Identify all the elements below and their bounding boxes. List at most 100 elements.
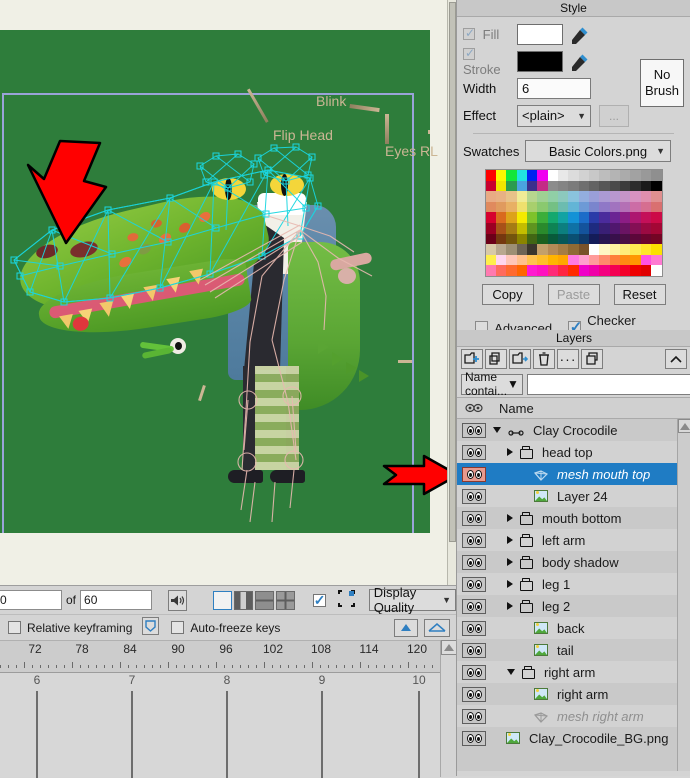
color-swatch[interactable] — [640, 265, 652, 276]
color-swatch[interactable] — [589, 244, 600, 255]
color-swatch[interactable] — [485, 244, 496, 255]
canvas-vertical-scrollbar[interactable] — [447, 0, 456, 585]
color-swatch[interactable] — [547, 244, 558, 255]
color-swatch[interactable] — [495, 180, 507, 192]
color-swatch[interactable] — [630, 244, 641, 255]
color-swatch[interactable] — [506, 170, 517, 181]
copy-button[interactable]: Copy — [481, 284, 534, 305]
color-swatch[interactable] — [485, 254, 496, 266]
new-layer-icon[interactable] — [461, 349, 483, 369]
color-swatch[interactable] — [630, 254, 641, 266]
fill-checkbox[interactable] — [463, 26, 476, 40]
fill-color-swatch[interactable] — [517, 24, 563, 45]
color-swatch[interactable] — [620, 201, 631, 213]
color-swatch[interactable] — [651, 180, 662, 192]
export-layer-icon[interactable] — [509, 349, 531, 369]
color-swatch[interactable] — [557, 201, 569, 213]
color-swatch[interactable] — [485, 201, 496, 213]
color-swatch[interactable] — [589, 223, 600, 234]
color-swatch[interactable] — [485, 223, 496, 234]
color-swatch[interactable] — [557, 233, 569, 245]
right-edge-handle[interactable] — [428, 130, 430, 134]
color-swatch[interactable] — [537, 265, 548, 276]
delete-layer-icon[interactable] — [533, 349, 555, 369]
color-swatch[interactable] — [516, 223, 527, 234]
color-swatch[interactable] — [557, 254, 569, 266]
collapse-panel-icon[interactable] — [665, 349, 687, 369]
layer-row[interactable]: mesh right arm — [457, 705, 690, 727]
color-swatch[interactable] — [589, 212, 600, 223]
color-swatch[interactable] — [495, 191, 507, 202]
quad-split-icon[interactable] — [275, 590, 295, 610]
color-swatch[interactable] — [589, 265, 600, 276]
layer-visibility-toggle[interactable] — [457, 532, 491, 548]
color-swatch[interactable] — [526, 191, 538, 202]
layer-visibility-toggle[interactable] — [457, 598, 491, 614]
layer-row[interactable]: left arm — [457, 529, 690, 551]
color-swatch[interactable] — [578, 191, 590, 202]
color-swatch[interactable] — [568, 191, 579, 202]
color-swatch[interactable] — [620, 180, 631, 192]
color-swatch[interactable] — [547, 170, 558, 181]
layer-visibility-toggle[interactable] — [457, 444, 491, 460]
color-swatch[interactable] — [526, 180, 538, 192]
color-swatch[interactable] — [557, 212, 569, 223]
color-swatch[interactable] — [609, 233, 621, 245]
color-swatch[interactable] — [495, 254, 507, 266]
timeline-scroll-up-button[interactable] — [441, 640, 457, 655]
layer-visibility-toggle[interactable] — [457, 510, 491, 526]
layer-row[interactable]: back — [457, 617, 690, 639]
color-swatch[interactable] — [578, 170, 590, 181]
color-swatch[interactable] — [609, 201, 621, 213]
stroke-color-swatch[interactable] — [517, 51, 563, 72]
twisty-collapsed-icon[interactable] — [507, 514, 513, 522]
stroke-eyedropper-icon[interactable] — [569, 51, 591, 73]
single-pane-icon[interactable] — [212, 590, 232, 610]
color-swatch[interactable] — [506, 223, 517, 234]
color-swatch[interactable] — [630, 191, 641, 202]
color-swatch[interactable] — [485, 265, 496, 276]
layer-row[interactable]: Layer 24 — [457, 485, 690, 507]
color-swatch[interactable] — [557, 191, 569, 202]
layer-row[interactable]: Clay Crocodile — [457, 419, 690, 441]
color-swatch[interactable] — [578, 223, 590, 234]
current-frame-input[interactable] — [0, 590, 62, 610]
color-swatch[interactable] — [516, 233, 527, 245]
color-swatch[interactable] — [651, 201, 662, 213]
width-input[interactable] — [517, 78, 591, 99]
color-swatch[interactable] — [568, 244, 579, 255]
onion-skin-checkbox[interactable] — [312, 593, 326, 607]
color-swatch[interactable] — [651, 233, 662, 245]
twisty-expanded-icon[interactable] — [507, 669, 515, 675]
color-swatch[interactable] — [640, 223, 652, 234]
layer-row[interactable]: right arm — [457, 661, 690, 683]
color-swatch[interactable] — [557, 265, 569, 276]
color-swatch[interactable] — [620, 191, 631, 202]
color-swatch[interactable] — [485, 212, 496, 223]
color-swatch[interactable] — [526, 233, 538, 245]
bounding-box-icon[interactable] — [337, 590, 355, 610]
color-swatch[interactable] — [557, 244, 569, 255]
color-swatch[interactable] — [640, 180, 652, 192]
color-swatch[interactable] — [599, 265, 610, 276]
color-swatch[interactable] — [640, 191, 652, 202]
layers-filter-mode-dropdown[interactable]: Name contai... ▼ — [461, 370, 523, 398]
duplicate-layer-icon[interactable] — [485, 349, 507, 369]
layer-row[interactable]: head top — [457, 441, 690, 463]
color-swatch[interactable] — [630, 170, 641, 181]
color-swatch[interactable] — [485, 170, 496, 181]
no-brush-button[interactable]: No Brush — [640, 59, 684, 107]
twisty-collapsed-icon[interactable] — [507, 602, 513, 610]
color-swatch[interactable] — [568, 223, 579, 234]
color-swatch[interactable] — [640, 170, 652, 181]
layers-list[interactable]: Clay Crocodile head top mesh mouth top Laye… — [457, 419, 690, 771]
color-swatch[interactable] — [495, 223, 507, 234]
layer-row[interactable]: mouth bottom — [457, 507, 690, 529]
color-swatch[interactable] — [537, 233, 548, 245]
color-swatch[interactable] — [568, 180, 579, 192]
speaker-icon[interactable] — [168, 589, 187, 611]
color-swatch[interactable] — [557, 170, 569, 181]
color-swatch[interactable] — [589, 191, 600, 202]
color-swatch[interactable] — [485, 191, 496, 202]
layers-scroll-up-button[interactable] — [678, 419, 690, 433]
